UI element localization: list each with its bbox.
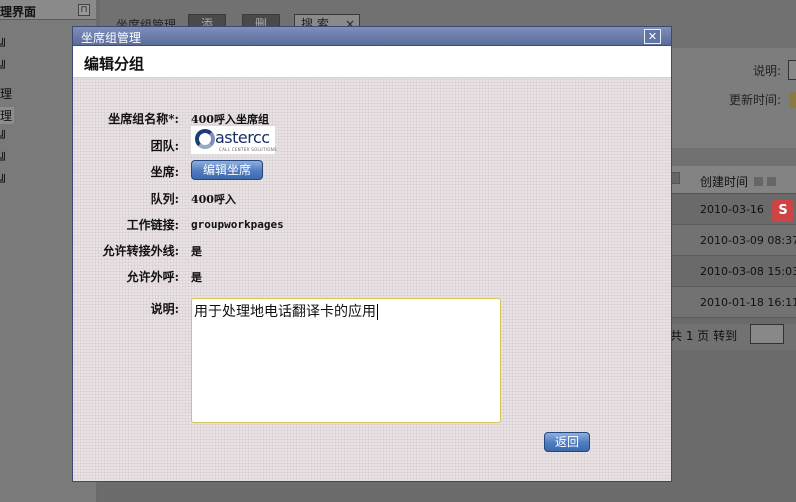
allow-outbound-value: 是: [191, 271, 202, 284]
dialog-title: 坐席组管理: [81, 31, 142, 45]
back-button[interactable]: 返回: [544, 432, 590, 452]
logo-text: astercc: [215, 128, 270, 147]
sidebar-item[interactable]: ╝: [0, 174, 7, 188]
sort-desc-icon[interactable]: [766, 177, 776, 186]
updated-time-label: 更新时间:: [729, 93, 782, 107]
close-icon[interactable]: ✕: [644, 29, 661, 44]
worklink-label: 工作链接:: [126, 218, 179, 232]
group-name-label: 坐席组名称*:: [108, 112, 179, 126]
sidebar-item[interactable]: 理: [0, 85, 12, 102]
pin-icon[interactable]: ⊓: [78, 4, 90, 16]
description-filter-input[interactable]: [788, 60, 796, 80]
allow-transfer-label: 允许转接外线:: [102, 244, 179, 258]
queue-label: 队列:: [150, 192, 179, 206]
description-label: 说明:: [150, 302, 179, 316]
edit-agents-button[interactable]: 编辑坐席: [191, 160, 263, 180]
ime-icon[interactable]: S: [772, 200, 794, 222]
text-cursor: [377, 304, 378, 320]
description-textarea[interactable]: 用于处理地电话翻译卡的应用: [191, 298, 501, 423]
created-time-header[interactable]: 创建时间: [700, 173, 776, 190]
edit-group-dialog: 坐席组管理 ✕ 编辑分组 坐席组名称*: 400呼入坐席组 团队: asterc…: [72, 26, 672, 482]
sidebar-title: 理界面: [0, 5, 37, 19]
team-logo: astercc CALL CENTER SOLUTIONS: [190, 125, 277, 155]
sidebar-header: 理界面 ⊓: [0, 0, 96, 20]
dialog-header: 编辑分组: [73, 46, 671, 78]
sidebar-item[interactable]: ╝: [0, 60, 7, 74]
page-jump-input[interactable]: [750, 324, 784, 344]
queue-value: 400呼入: [191, 193, 236, 206]
description-filter-label: 说明:: [753, 64, 782, 78]
sidebar-item[interactable]: ╝: [0, 130, 7, 144]
astercc-logo-icon: [195, 129, 215, 149]
pager-text: 共 1 页 转到: [670, 329, 738, 343]
team-label: 团队:: [150, 139, 179, 153]
agents-label: 坐席:: [150, 165, 179, 179]
logo-tagline: CALL CENTER SOLUTIONS: [219, 147, 277, 152]
calendar-icon[interactable]: [789, 92, 796, 108]
worklink-value: groupworkpages: [191, 218, 284, 231]
sidebar-item-selected[interactable]: 理: [0, 107, 15, 124]
page-title: 编辑分组: [84, 55, 145, 73]
sort-asc-icon[interactable]: [753, 177, 763, 186]
allow-outbound-label: 允许外呼:: [126, 270, 179, 284]
sidebar-item[interactable]: ╝: [0, 38, 7, 52]
allow-transfer-value: 是: [191, 245, 202, 258]
dialog-titlebar[interactable]: 坐席组管理 ✕: [73, 27, 671, 46]
sidebar-item[interactable]: ╝: [0, 152, 7, 166]
